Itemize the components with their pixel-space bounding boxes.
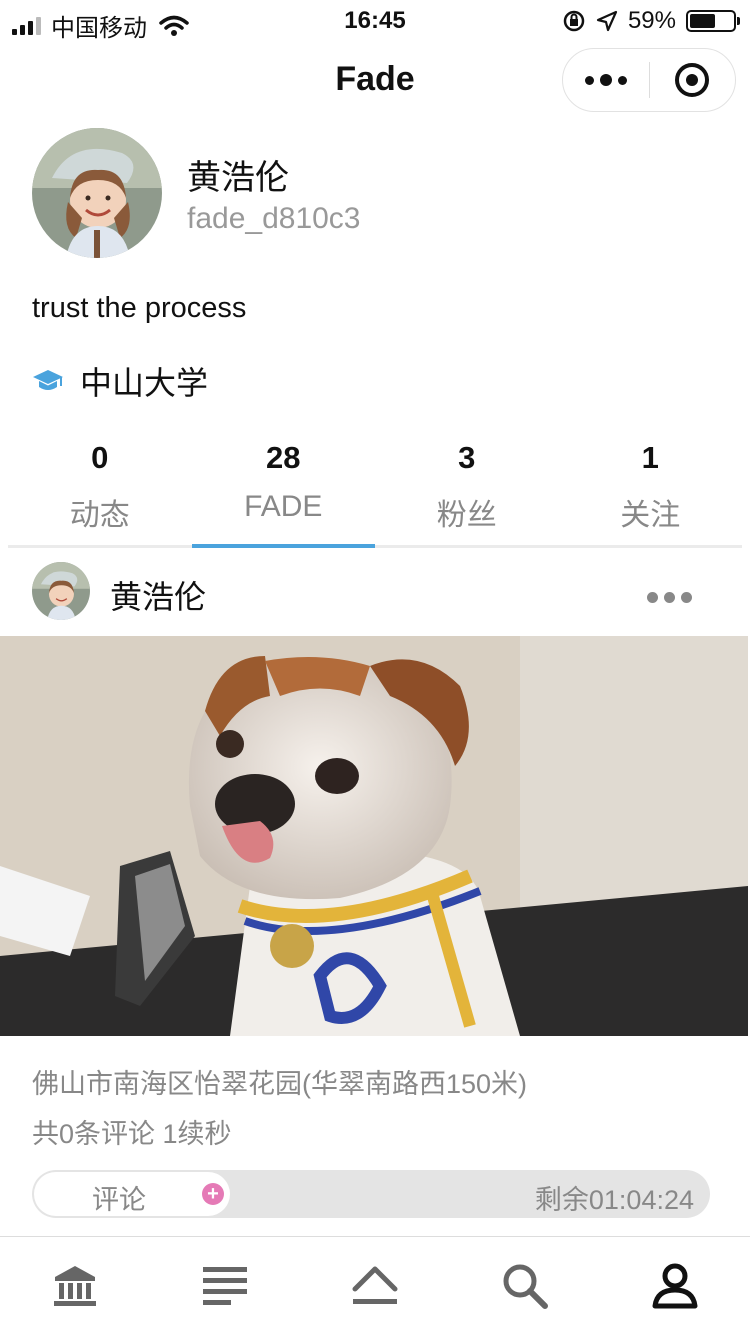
target-icon [675,63,710,97]
post-author-name[interactable]: 黄浩伦 [110,572,206,618]
stat-count: 28 [266,440,301,475]
stat-label: 粉丝 [436,499,497,532]
stat-count: 1 [641,440,659,475]
status-bar: 中国移动 16:45 59% [0,0,750,42]
post-location[interactable]: 佛山市南海区怡翠花园(华翠南路西150米) [32,1062,527,1101]
orientation-lock-icon [563,10,585,32]
bank-icon [54,1265,96,1306]
location-arrow-icon [596,10,618,32]
search-icon [503,1264,548,1309]
post-more-icon[interactable] [647,592,692,603]
nav-bar: Fade [0,40,750,124]
tab-profile[interactable] [600,1237,750,1334]
tab-up[interactable] [300,1237,450,1334]
battery-percent: 59% [627,7,676,34]
post-photo[interactable] [0,636,748,1036]
battery-fill [690,14,715,28]
stat-label: FADE [244,490,323,523]
post-meta: 共0条评论 1续秒 [32,1119,232,1149]
profile-avatar[interactable] [32,128,162,258]
battery-icon [686,10,740,32]
list-icon [203,1266,247,1305]
post-author-avatar[interactable] [32,562,90,620]
bottom-tab-bar [0,1236,750,1334]
tab-following[interactable]: 1 关注 [559,436,743,545]
tab-search[interactable] [450,1237,600,1334]
profile-school: 中山大学 [32,358,208,404]
comment-label: 评论 [92,1185,146,1215]
tab-list[interactable] [150,1237,300,1334]
close-mini-program-button[interactable] [650,49,736,111]
stat-count: 0 [91,440,109,475]
comment-bar: 评论 + 剩余01:04:24 [32,1170,710,1218]
stat-count: 3 [458,440,476,475]
status-right: 59% [562,7,740,35]
profile-icon [652,1263,698,1308]
profile-stats-tabs: 0 动态 28 FADE 3 粉丝 1 关注 [8,436,742,548]
tab-dynamics[interactable]: 0 动态 [8,436,192,545]
comment-button[interactable]: 评论 + [34,1172,230,1216]
tab-followers[interactable]: 3 粉丝 [375,436,559,545]
remaining-time: 剩余01:04:24 [534,1185,694,1215]
up-chevron-icon [352,1266,398,1304]
post-header: 黄浩伦 [0,560,750,628]
plus-icon: + [202,1183,224,1205]
tab-fade[interactable]: 28 FADE [191,436,376,548]
profile-handle: fade_d810c3 [187,202,361,235]
mini-program-capsule [562,48,736,112]
stat-label: 关注 [620,499,681,532]
profile-name: 黄浩伦 [187,159,289,197]
school-name: 中山大学 [80,365,209,401]
graduation-cap-icon [33,370,63,390]
stat-label: 动态 [69,499,130,532]
more-dots-icon[interactable] [563,49,649,111]
profile-bio: trust the process [32,292,247,324]
tab-bank[interactable] [0,1237,150,1334]
